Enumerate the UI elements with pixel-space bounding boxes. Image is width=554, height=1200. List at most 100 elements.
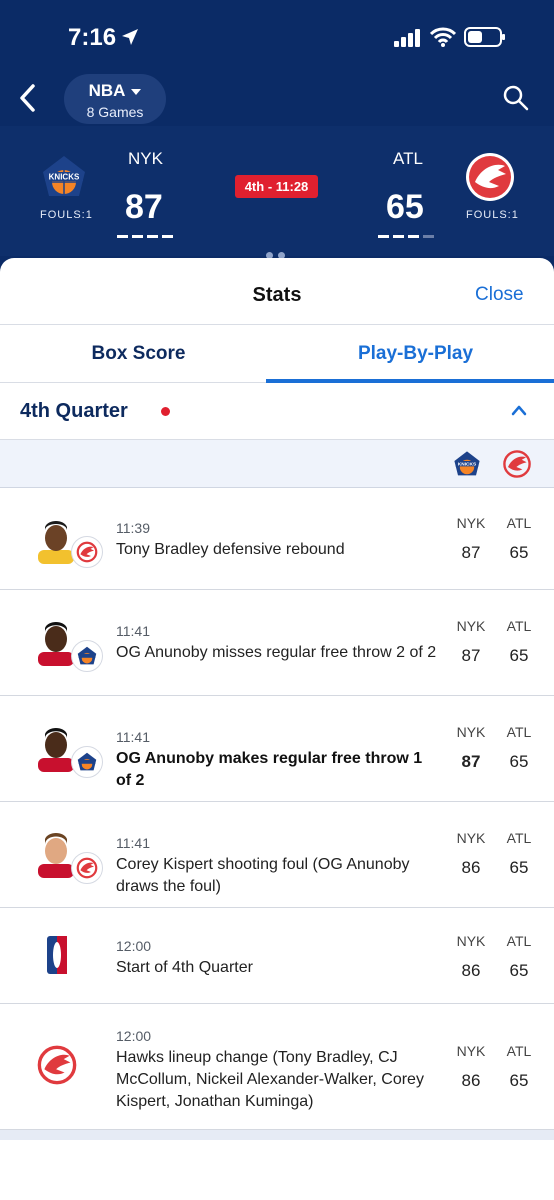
status-time: 7:16 xyxy=(68,24,117,51)
away-score-value: 65 xyxy=(509,1071,529,1090)
play-description: Start of 4th Quarter xyxy=(116,959,253,976)
home-score-value: 86 xyxy=(461,1071,481,1090)
play-time: 12:00 xyxy=(116,938,152,954)
away-col-label: ATL xyxy=(506,933,532,949)
play-description: Tony Bradley defensive rebound xyxy=(116,541,345,558)
home-fouls: FOULS:1 xyxy=(40,209,93,221)
chevron-up-icon[interactable] xyxy=(510,403,528,417)
home-score-value: 87 xyxy=(461,646,481,665)
home-col-label: NYK xyxy=(456,830,486,846)
sheet-header: Stats Close xyxy=(0,258,554,325)
league-name: NBA xyxy=(88,81,126,100)
tab-bar: Box Score Play-By-Play xyxy=(0,325,554,383)
hawks-logo-icon xyxy=(503,450,531,478)
play-description: OG Anunoby misses regular free throw 2 o… xyxy=(116,644,437,661)
live-indicator xyxy=(161,407,170,416)
cell-signal-icon xyxy=(394,29,420,47)
home-col-label: NYK xyxy=(456,515,486,531)
hawks-logo-icon xyxy=(76,541,98,563)
knicks-logo-icon xyxy=(77,752,97,771)
home-col-label: NYK xyxy=(456,618,486,634)
team-badge xyxy=(71,536,103,568)
caret-down-icon xyxy=(131,88,142,95)
status-bar: 7:16 xyxy=(0,0,554,70)
hawks-logo-icon xyxy=(37,1045,77,1085)
away-abbr: ATL xyxy=(393,149,423,168)
nba-logo-icon xyxy=(47,936,67,974)
away-score-value: 65 xyxy=(509,646,529,665)
home-score-value: 86 xyxy=(461,961,481,980)
home-col-label: NYK xyxy=(456,1043,486,1059)
play-time: 11:41 xyxy=(116,623,150,639)
home-col-label: NYK xyxy=(456,724,486,740)
knicks-logo-icon: KNICKS xyxy=(43,156,85,196)
play-description: Corey Kispert shooting foul (OG Anunoby … xyxy=(116,856,410,895)
away-col-label: ATL xyxy=(506,830,532,846)
sheet-title: Stats xyxy=(252,284,302,306)
list-end-divider xyxy=(0,1130,554,1140)
team-column-header: KNICKS xyxy=(0,440,554,488)
play-time: 11:41 xyxy=(116,729,150,745)
game-header: 7:16 NBA 8 Games KNICKS FOULS:1 NYK 87 4… xyxy=(0,0,554,275)
play-row[interactable]: 11:41 OG Anunoby misses regular free thr… xyxy=(0,590,554,696)
hawks-logo-icon xyxy=(466,153,514,201)
home-score-value: 87 xyxy=(461,543,481,562)
away-col-label: ATL xyxy=(506,515,532,531)
knicks-logo-icon xyxy=(77,646,97,665)
away-score-value: 65 xyxy=(509,543,529,562)
tab-box-score[interactable]: Box Score xyxy=(0,325,277,383)
back-button[interactable] xyxy=(12,80,42,116)
play-row[interactable]: 11:39 Tony Bradley defensive rebound NYK… xyxy=(0,488,554,590)
quarter-label: 4th Quarter xyxy=(20,400,128,422)
home-score-value: 87 xyxy=(461,752,481,771)
play-description: OG Anunoby makes regular free throw 1 of… xyxy=(116,750,423,789)
play-time: 11:41 xyxy=(116,835,150,851)
top-nav: NBA 8 Games xyxy=(0,70,554,126)
timeout-dash xyxy=(147,235,158,238)
play-description: Hawks lineup change (Tony Bradley, CJ Mc… xyxy=(116,1049,424,1110)
home-score-value: 86 xyxy=(461,858,481,877)
play-row[interactable]: 12:00 Start of 4th Quarter NYK ATL 86 65 xyxy=(0,908,554,1004)
timeout-dash xyxy=(408,235,419,238)
away-score-value: 65 xyxy=(509,961,529,980)
away-score-value: 65 xyxy=(509,858,529,877)
away-col-label: ATL xyxy=(506,724,532,740)
stats-sheet: Stats Close Box Score Play-By-Play 4th Q… xyxy=(0,258,554,1200)
knicks-logo-icon: KNICKS xyxy=(454,451,480,476)
game-clock: 4th - 11:28 xyxy=(235,175,318,198)
wifi-icon xyxy=(430,27,456,47)
svg-text:KNICKS: KNICKS xyxy=(458,462,477,468)
battery-icon xyxy=(464,27,505,47)
svg-text:KNICKS: KNICKS xyxy=(49,173,80,182)
play-time: 11:39 xyxy=(116,520,150,536)
hawks-logo-icon xyxy=(76,857,98,879)
play-time: 12:00 xyxy=(116,1028,152,1044)
timeout-dash xyxy=(393,235,404,238)
timeout-dash xyxy=(378,235,389,238)
location-arrow-icon xyxy=(122,29,138,45)
timeout-dash xyxy=(117,235,128,238)
away-score-value: 65 xyxy=(509,752,529,771)
tab-play-by-play[interactable]: Play-By-Play xyxy=(277,325,554,383)
league-selector[interactable]: NBA 8 Games xyxy=(64,74,166,124)
home-col-label: NYK xyxy=(456,933,486,949)
away-score: 65 xyxy=(386,188,424,226)
home-abbr: NYK xyxy=(128,149,163,168)
play-row[interactable]: 11:41 OG Anunoby makes regular free thro… xyxy=(0,696,554,802)
chevron-left-icon xyxy=(20,84,35,112)
timeout-dash xyxy=(423,235,434,238)
team-badge xyxy=(71,746,103,778)
team-badge xyxy=(71,852,103,884)
games-count: 8 Games xyxy=(86,104,144,120)
play-row[interactable]: 12:00 Hawks lineup change (Tony Bradley,… xyxy=(0,1004,554,1130)
timeout-dash xyxy=(162,235,173,238)
scoreboard: KNICKS FOULS:1 NYK 87 4th - 11:28 ATL 65… xyxy=(0,126,554,256)
team-badge xyxy=(71,640,103,672)
away-timeouts xyxy=(378,235,434,238)
close-button[interactable]: Close xyxy=(475,284,524,306)
search-icon[interactable] xyxy=(502,84,530,112)
away-fouls: FOULS:1 xyxy=(466,209,519,221)
play-row[interactable]: 11:41 Corey Kispert shooting foul (OG An… xyxy=(0,802,554,908)
timeout-dash xyxy=(132,235,143,238)
quarter-header[interactable]: 4th Quarter xyxy=(0,383,554,440)
